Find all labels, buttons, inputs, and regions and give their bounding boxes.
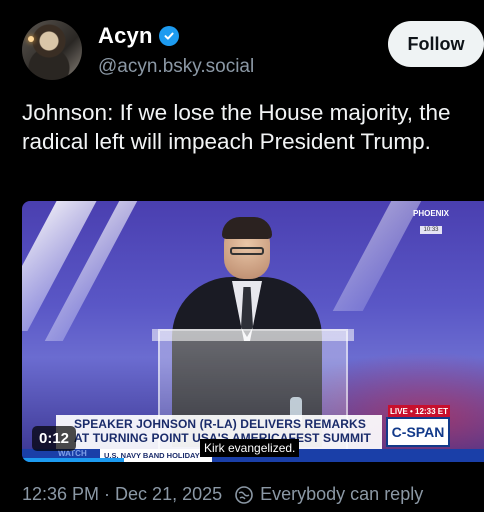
speaker-glasses — [230, 247, 264, 255]
video-caption: Kirk evangelized. — [200, 439, 300, 457]
speaker-hair — [222, 217, 272, 239]
author-name[interactable]: Acyn — [98, 23, 153, 49]
network-logo: C-SPAN — [386, 417, 450, 447]
video-progress-bar[interactable] — [22, 458, 124, 462]
post-timestamp[interactable]: 12:36 PM · Dec 21, 2025 — [22, 484, 222, 505]
video-duration: 0:12 — [32, 426, 77, 451]
post-text: Johnson: If we lose the House majority, … — [22, 100, 451, 154]
location-bug: PHOENIX 10:33 — [408, 209, 454, 235]
author-handle[interactable]: @acyn.bsky.social — [98, 56, 254, 78]
author-name-row: Acyn — [98, 23, 179, 49]
verified-check-icon — [158, 26, 179, 46]
follow-button[interactable]: Follow — [388, 21, 484, 67]
author-avatar[interactable] — [22, 20, 82, 80]
post-meta: 12:36 PM · Dec 21, 2025 Everybody can re… — [22, 484, 423, 505]
avatar-lamp — [28, 36, 34, 42]
location-city: PHOENIX — [412, 209, 449, 218]
video-player[interactable]: PHOENIX 10:33 SPEAKER JOHNSON (R-LA) DEL… — [22, 201, 484, 462]
live-badge: LIVE • 12:33 ET — [388, 405, 450, 417]
globe-reply-icon — [234, 485, 254, 505]
reply-setting[interactable]: Everybody can reply — [260, 484, 423, 505]
location-time: 10:33 — [420, 226, 442, 234]
